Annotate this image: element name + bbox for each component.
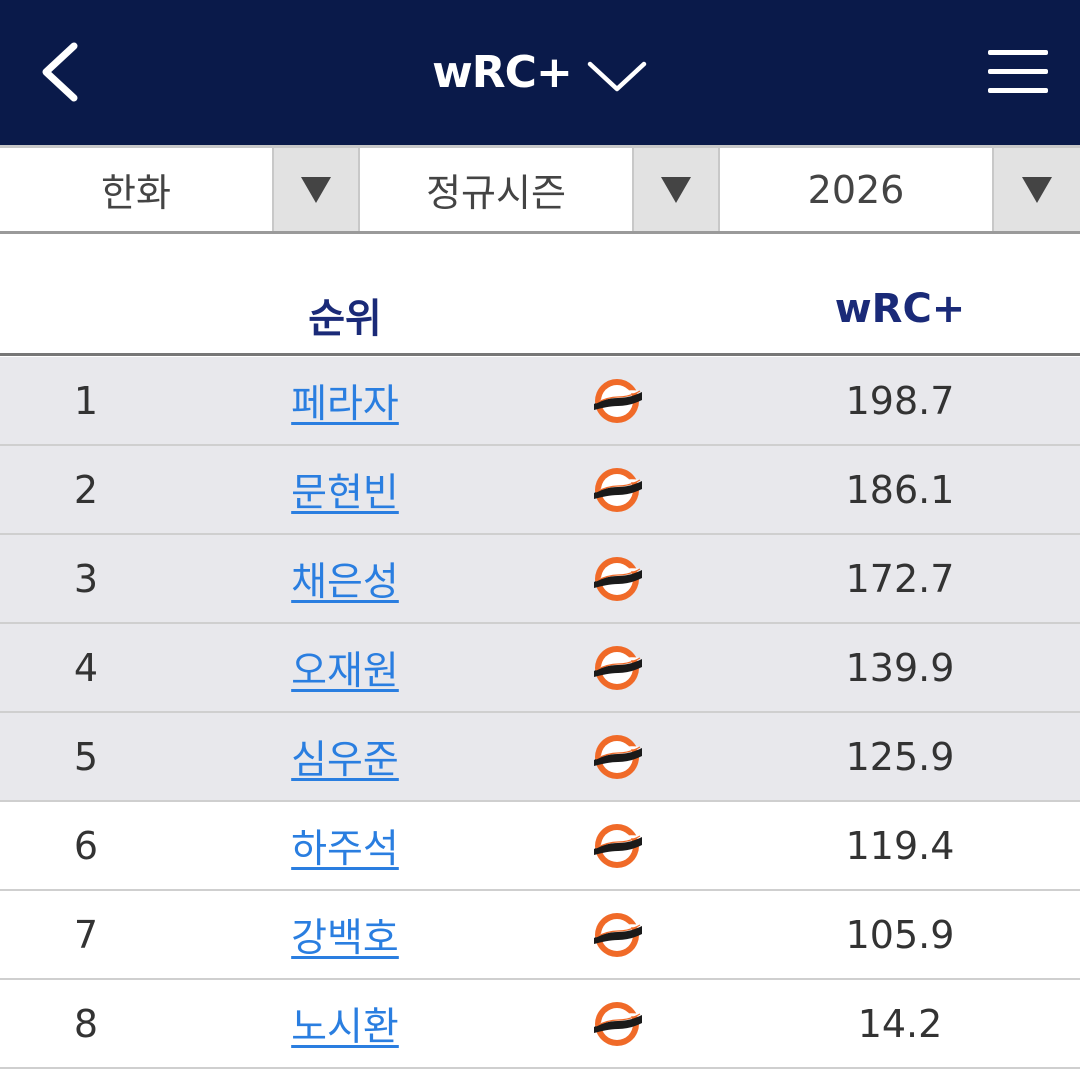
season-type-select-toggle[interactable] (632, 148, 720, 231)
wrc-value: 186.1 (845, 467, 955, 512)
eagles-logo-icon (588, 732, 646, 782)
player-name-link[interactable]: 채은성 (250, 535, 440, 622)
triangle-down-icon (1022, 176, 1052, 203)
rank-cell: 4 (73, 645, 99, 690)
ranking-table: 1 페라자 198.7 2 문현빈 186.1 3 채은성 172.7 4 오재… (0, 357, 1080, 1069)
season-type-select[interactable]: 정규시즌 (360, 145, 720, 231)
table-row: 1 페라자 198.7 (0, 357, 1080, 446)
player-name-link[interactable]: 심우준 (250, 713, 440, 800)
wrc-value: 139.9 (845, 645, 955, 690)
menu-button[interactable] (986, 48, 1050, 96)
year-select-value: 2026 (807, 167, 905, 212)
rank-cell: 3 (73, 556, 99, 601)
wrc-value: 119.4 (845, 823, 955, 868)
rank-cell: 8 (73, 1001, 99, 1046)
player-name-link[interactable]: 문현빈 (250, 446, 440, 533)
table-row: 6 하주석 119.4 (0, 802, 1080, 891)
page-title: wRC+ (432, 47, 573, 98)
triangle-down-icon (661, 176, 691, 203)
table-row: 3 채은성 172.7 (0, 535, 1080, 624)
rank-cell: 1 (73, 378, 99, 423)
player-name-link[interactable]: 강백호 (250, 891, 440, 978)
table-row: 2 문현빈 186.1 (0, 446, 1080, 535)
player-name-link[interactable]: 하주석 (250, 802, 440, 889)
triangle-down-icon (301, 176, 331, 203)
year-select[interactable]: 2026 (720, 145, 1080, 231)
metric-selector[interactable]: wRC+ (0, 0, 1080, 145)
wrc-value: 125.9 (845, 734, 955, 779)
team-select-toggle[interactable] (272, 148, 360, 231)
table-header: 순위 wRC+ (0, 234, 1080, 356)
wrc-value: 14.2 (857, 1001, 943, 1046)
eagles-logo-icon (588, 910, 646, 960)
table-row: 4 오재원 139.9 (0, 624, 1080, 713)
column-header-wrc: wRC+ (834, 286, 966, 332)
wrc-value: 105.9 (845, 912, 955, 957)
table-row: 8 노시환 14.2 (0, 980, 1080, 1069)
eagles-logo-icon (588, 554, 646, 604)
team-select[interactable]: 한화 (0, 145, 360, 231)
eagles-logo-icon (588, 465, 646, 515)
rank-cell: 2 (73, 467, 99, 512)
team-select-value: 한화 (101, 171, 171, 215)
table-row: 5 심우준 125.9 (0, 713, 1080, 802)
eagles-logo-icon (588, 376, 646, 426)
top-app-bar: wRC+ (0, 0, 1080, 145)
eagles-logo-icon (588, 821, 646, 871)
wrc-value: 198.7 (845, 378, 955, 423)
player-name-link[interactable]: 노시환 (250, 980, 440, 1067)
rank-cell: 6 (73, 823, 99, 868)
year-select-toggle[interactable] (992, 148, 1080, 231)
eagles-logo-icon (588, 999, 646, 1049)
player-name-link[interactable]: 오재원 (250, 624, 440, 711)
eagles-logo-icon (588, 643, 646, 693)
table-row: 7 강백호 105.9 (0, 891, 1080, 980)
column-header-rank: 순위 (308, 296, 382, 342)
season-type-select-value: 정규시즌 (426, 171, 566, 215)
player-name-link[interactable]: 페라자 (250, 357, 440, 444)
chevron-down-icon (587, 61, 647, 91)
filter-bar: 한화 정규시즌 2026 (0, 145, 1080, 234)
rank-cell: 5 (73, 734, 99, 779)
hamburger-menu-icon (988, 50, 1048, 93)
wrc-value: 172.7 (845, 556, 955, 601)
rank-cell: 7 (73, 912, 99, 957)
